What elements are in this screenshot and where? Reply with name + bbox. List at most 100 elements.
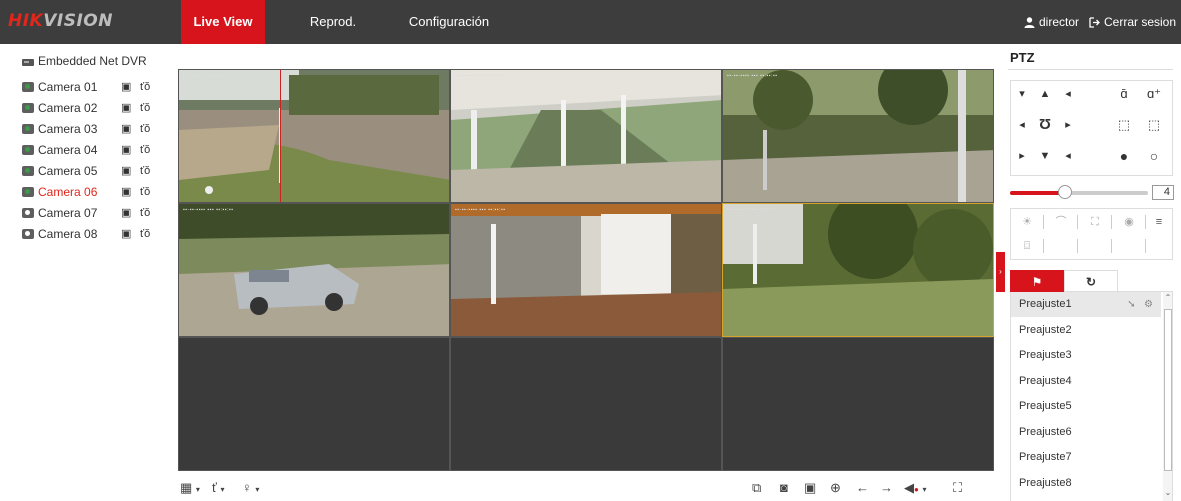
record-icon[interactable]: ▣	[121, 140, 131, 160]
camera-item[interactable]: Camera 06 ▣ ťŏ	[22, 182, 162, 202]
device-node[interactable]: Embedded Net DVR	[22, 54, 147, 68]
video-window-5[interactable]: ▪▪-▪▪-▪▪▪▪ ▪▪▪ ▪▪:▪▪:▪▪	[450, 203, 722, 337]
preset-item[interactable]: Preajuste6	[1011, 420, 1161, 445]
preset-item[interactable]: Preajuste2	[1011, 318, 1161, 343]
auto-pan-button[interactable]: Ʊ	[1034, 114, 1056, 136]
camera-item[interactable]: Camera 03 ▣ ťŏ	[22, 119, 162, 139]
set-preset-icon[interactable]: ⚙	[1144, 299, 1153, 310]
stream-icon[interactable]: ťŏ	[140, 161, 150, 181]
video-grid[interactable]: ▪▪-▪▪-▪▪▪▪ ▪▪▪ ▪▪:▪▪:▪▪ ▪▪-▪▪-▪▪▪▪ ▪▪▪ ▪…	[178, 69, 994, 471]
scroll-down-icon[interactable]: ⌄	[1163, 488, 1172, 497]
logout-label: Cerrar sesion	[1104, 15, 1177, 29]
capture-icon[interactable]: ◙	[780, 480, 788, 496]
preset-item[interactable]: Preajuste3	[1011, 343, 1161, 368]
camera-item[interactable]: Camera 01 ▣ ťŏ	[22, 77, 162, 97]
record-icon[interactable]: ▣	[121, 98, 131, 118]
tab-patrol[interactable]: ↻	[1064, 270, 1118, 292]
zoom-in-icon[interactable]: ɑ⁺	[1143, 83, 1165, 105]
record-icon[interactable]: ▣	[121, 77, 131, 97]
stream-icon[interactable]: ťŏ	[140, 98, 150, 118]
stream-icon[interactable]: ťŏ	[140, 140, 150, 160]
preset-item[interactable]: Preajuste1 ➘ ⚙	[1011, 292, 1161, 317]
manual-tracking-icon[interactable]: ⌼	[1013, 236, 1041, 256]
video-window-4[interactable]: ▪▪-▪▪-▪▪▪▪ ▪▪▪ ▪▪:▪▪:▪▪	[178, 203, 450, 337]
ptz-tabs: ⚑ ↻	[1010, 270, 1173, 292]
fullscreen-icon[interactable]: ⛶	[953, 480, 962, 496]
record-icon[interactable]: ▣	[121, 182, 131, 202]
focus-far-icon[interactable]: ⬚	[1143, 114, 1165, 136]
logout-button[interactable]: Cerrar sesion	[1089, 0, 1176, 44]
iris-open-icon[interactable]: ●	[1113, 145, 1135, 167]
preset-name: Preajuste6	[1019, 425, 1072, 438]
pan-down-left-button[interactable]: ▸	[1011, 145, 1033, 167]
record-icon[interactable]: ▣	[121, 161, 131, 181]
stream-icon[interactable]: ťŏ	[140, 203, 150, 223]
volume-icon[interactable]: ◀● ▾	[904, 480, 926, 498]
tab-configuration[interactable]: Configuración	[396, 0, 502, 44]
logout-icon	[1089, 17, 1100, 28]
preset-actions[interactable]: ➘ ⚙	[1127, 292, 1153, 317]
osd-timestamp: ▪▪-▪▪-▪▪▪▪ ▪▪▪ ▪▪:▪▪:▪▪	[455, 73, 506, 79]
pan-up-button[interactable]: ▲	[1034, 83, 1056, 105]
microphone-icon[interactable]: ♀ ▾	[242, 480, 259, 498]
light-icon[interactable]: ☀	[1013, 212, 1041, 232]
zoom-out-icon[interactable]: ɑ̄	[1113, 83, 1135, 105]
all-windows-icon[interactable]: ⧉	[752, 480, 761, 496]
iris-close-icon[interactable]: ○	[1143, 145, 1165, 167]
stream-icon[interactable]: ťŏ	[140, 224, 150, 244]
pan-right-button[interactable]: ▸	[1057, 114, 1079, 136]
record-icon[interactable]: ▣	[121, 224, 131, 244]
focus-near-icon[interactable]: ⬚	[1113, 114, 1135, 136]
pan-up-right-button[interactable]: ◂	[1057, 83, 1079, 105]
camera-status-icon	[22, 103, 34, 113]
tab-preset[interactable]: ⚑	[1010, 270, 1064, 292]
stream-icon[interactable]: ťŏ	[140, 77, 150, 97]
ptz-speed-slider[interactable]	[1010, 191, 1148, 195]
record-icon[interactable]: ▣	[121, 119, 131, 139]
ptz-speed-handle[interactable]	[1058, 185, 1073, 199]
preset-item[interactable]: Preajuste4	[1011, 369, 1161, 394]
pan-down-button[interactable]: ▼	[1034, 145, 1056, 167]
next-page-icon[interactable]: →	[880, 480, 893, 496]
tab-playback[interactable]: Reprod.	[296, 0, 370, 44]
camera-item[interactable]: Camera 04 ▣ ťŏ	[22, 140, 162, 160]
preset-scrollbar[interactable]: ⌃ ⌄	[1163, 292, 1172, 501]
pan-down-right-button[interactable]: ◂	[1057, 145, 1079, 167]
pan-up-left-button[interactable]: ▾	[1011, 83, 1033, 105]
tab-live-view[interactable]: Live View	[181, 0, 265, 44]
device-name: Embedded Net DVR	[38, 54, 147, 68]
video-window-1[interactable]: ▪▪-▪▪-▪▪▪▪ ▪▪▪ ▪▪:▪▪:▪▪	[178, 69, 450, 203]
camera-name: Camera 07	[38, 206, 98, 220]
scroll-up-icon[interactable]: ⌃	[1163, 293, 1172, 302]
call-preset-icon[interactable]: ➘	[1127, 299, 1135, 310]
video-window-7[interactable]	[178, 337, 450, 471]
menu-icon[interactable]: ≡	[1145, 212, 1173, 232]
video-window-9[interactable]	[722, 337, 994, 471]
video-window-3[interactable]: ▪▪-▪▪-▪▪▪▪ ▪▪▪ ▪▪:▪▪:▪▪	[722, 69, 994, 203]
camera-item[interactable]: Camera 02 ▣ ťŏ	[22, 98, 162, 118]
pan-left-button[interactable]: ◂	[1011, 114, 1033, 136]
user-menu[interactable]: director	[1024, 0, 1079, 44]
stream-icon[interactable]: ť ▾	[212, 480, 225, 498]
video-window-6[interactable]: ▪▪-▪▪-▪▪▪▪ ▪▪▪ ▪▪:▪▪:▪▪	[722, 203, 994, 337]
preset-item[interactable]: Preajuste5	[1011, 394, 1161, 419]
preset-item[interactable]: Preajuste8	[1011, 471, 1161, 496]
scroll-thumb[interactable]	[1164, 309, 1172, 471]
camera-item[interactable]: Camera 05 ▣ ťŏ	[22, 161, 162, 181]
wiper-icon[interactable]: ⌒	[1047, 212, 1075, 232]
stream-icon[interactable]: ťŏ	[140, 119, 150, 139]
auxiliary-focus-icon[interactable]: ⛶	[1081, 212, 1109, 232]
prev-page-icon[interactable]: ←	[856, 480, 869, 496]
lens-init-icon[interactable]: ◉	[1115, 212, 1143, 232]
camera-item[interactable]: Camera 08 ▣ ťŏ	[22, 224, 162, 244]
stream-icon[interactable]: ťŏ	[140, 182, 150, 202]
panel-collapse-toggle[interactable]: ›	[996, 252, 1005, 292]
record-icon[interactable]: ▣	[804, 480, 816, 496]
preset-item[interactable]: Preajuste7	[1011, 445, 1161, 470]
layout-icon[interactable]: ▦ ▾	[180, 480, 200, 498]
zoom-icon[interactable]: ⊕	[830, 480, 841, 496]
video-window-2[interactable]: ▪▪-▪▪-▪▪▪▪ ▪▪▪ ▪▪:▪▪:▪▪	[450, 69, 722, 203]
camera-item[interactable]: Camera 07 ▣ ťŏ	[22, 203, 162, 223]
record-icon[interactable]: ▣	[121, 203, 131, 223]
video-window-8[interactable]	[450, 337, 722, 471]
